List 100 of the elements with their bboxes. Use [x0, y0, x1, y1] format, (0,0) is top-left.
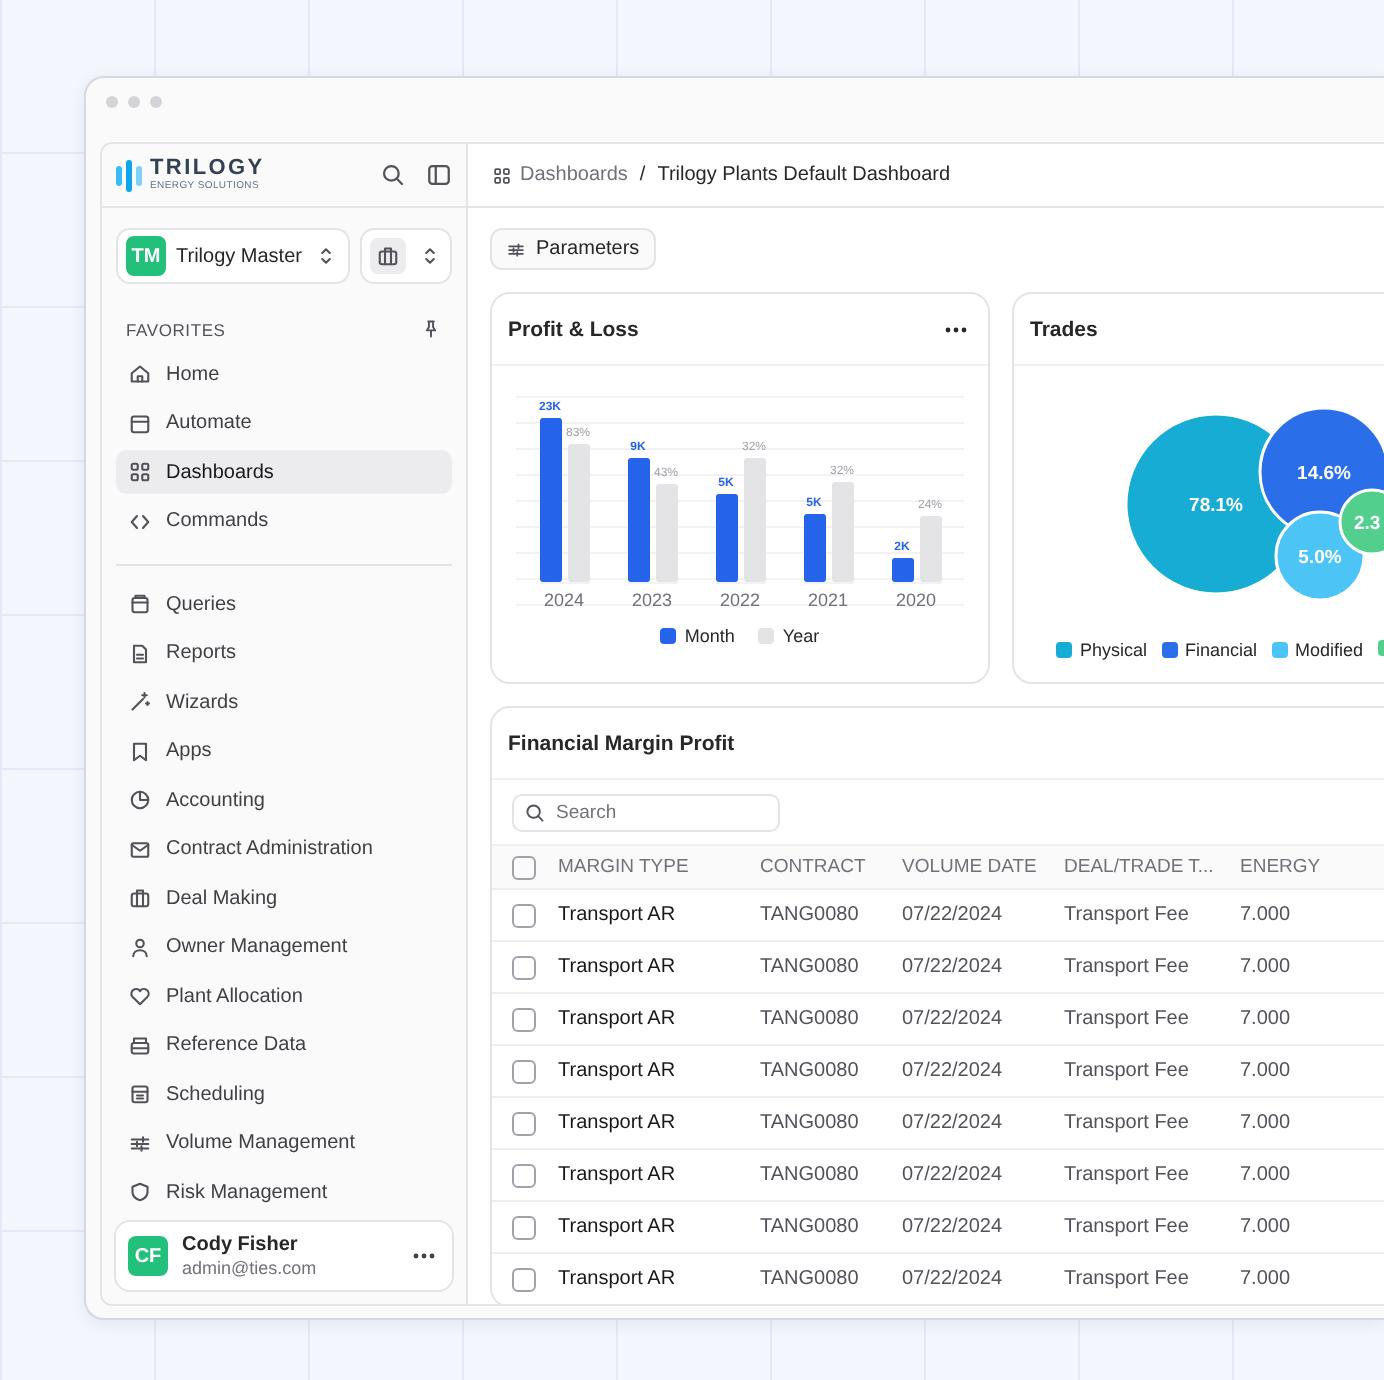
shield-icon [128, 1180, 152, 1204]
calendar-icon [128, 1082, 152, 1106]
table-cell-text: Transport AR [558, 1112, 678, 1134]
box-icon [128, 592, 152, 616]
breadcrumb-separator: / [639, 164, 646, 186]
column-header[interactable]: MARGIN TYPE [558, 856, 760, 878]
grid-icon [492, 165, 512, 185]
logo-wordmark: TRILOGY [150, 158, 265, 180]
table-cell-text: TANG0080 [760, 1164, 861, 1186]
breadcrumb-link[interactable]: Dashboards [492, 164, 628, 186]
nav-item[interactable]: Accounting [116, 778, 452, 822]
legend-item: Physical [1056, 640, 1148, 660]
nav-item[interactable]: Wizards [116, 680, 452, 724]
window-dot [150, 96, 162, 108]
table-cell-text: Transport AR [558, 956, 678, 978]
row-checkbox[interactable] [512, 1007, 536, 1031]
user-email: admin@ties.com [182, 1258, 319, 1278]
row-checkbox[interactable] [512, 1111, 536, 1135]
table-cell-text: 7.000 [1240, 1008, 1293, 1030]
table-cell-text: TANG0080 [760, 1008, 861, 1030]
table-cell-text: 07/22/2024 [902, 1060, 1005, 1082]
mail-icon [128, 837, 152, 861]
sidebar-toggle-button[interactable] [426, 162, 452, 188]
table-cell-text: 7.000 [1240, 904, 1293, 926]
table-cell-text: Transport AR [558, 1216, 678, 1238]
table-cell-text: 7.000 [1240, 1164, 1293, 1186]
nav-item[interactable]: Automate [116, 401, 452, 445]
workspace-avatar: TM [126, 236, 166, 276]
card-title: Profit & Loss [508, 317, 639, 341]
user-avatar: CF [128, 1236, 168, 1276]
nav-item[interactable]: Owner Management [116, 925, 452, 969]
table-cell-text: 7.000 [1240, 1112, 1293, 1134]
table-cell-text: TANG0080 [760, 1060, 861, 1082]
more-button[interactable] [412, 1252, 436, 1260]
legend-item: Financial [1161, 640, 1258, 660]
column-header[interactable]: CONTRACT [760, 856, 902, 878]
nav-item[interactable]: Reference Data [116, 1023, 452, 1067]
table-cell-text: 7.000 [1240, 956, 1293, 978]
legend-item: Year [758, 626, 820, 646]
printer-icon [128, 1033, 152, 1057]
table-cell-text: Transport AR [558, 1008, 678, 1030]
axis-label: 2020 [895, 590, 937, 610]
axis-label: 2023 [631, 590, 673, 610]
logo-icon [116, 159, 142, 191]
row-checkbox[interactable] [512, 1267, 536, 1291]
column-header[interactable]: DEAL/TRADE T... [1064, 856, 1240, 878]
row-checkbox[interactable] [512, 1215, 536, 1239]
card-title: Trades [1030, 317, 1098, 341]
nav-item[interactable]: Deal Making [116, 876, 452, 920]
nav-item[interactable]: Queries [116, 582, 452, 626]
bookmark-icon [128, 739, 152, 763]
nav-item[interactable]: Dashboards [116, 450, 452, 494]
more-icon [944, 325, 968, 333]
axis-label: 2022 [719, 590, 761, 610]
axis-label: 2024 [543, 590, 585, 610]
table-cell-text: 07/22/2024 [902, 956, 1005, 978]
nav-item[interactable]: Volume Management [116, 1121, 452, 1165]
table-cell-text: TANG0080 [760, 1216, 861, 1238]
more-button[interactable] [944, 325, 968, 333]
table-cell-text: TANG0080 [760, 904, 861, 926]
table-cell-text: 07/22/2024 [902, 1112, 1005, 1134]
search-field[interactable]: Search [512, 794, 780, 832]
nav-item[interactable]: Contract Administration [116, 827, 452, 871]
column-header[interactable]: ENERGY [1240, 856, 1378, 878]
search-icon [524, 802, 546, 824]
nav-item[interactable]: Apps [116, 729, 452, 773]
row-checkbox[interactable] [512, 1059, 536, 1083]
sidebar-icon [426, 162, 452, 188]
nav-item[interactable]: Risk Management [116, 1170, 452, 1214]
table-cell-text: 07/22/2024 [902, 1268, 1005, 1290]
workspace-selector[interactable]: TM Trilogy Master [116, 228, 350, 284]
parameters-button[interactable]: Parameters [490, 228, 656, 270]
column-header[interactable]: VOLUME DATE [902, 856, 1064, 878]
portfolio-selector[interactable] [360, 228, 452, 284]
nav-item[interactable]: Commands [116, 499, 452, 543]
nav-item[interactable]: Reports [116, 631, 452, 675]
row-checkbox[interactable] [512, 955, 536, 979]
more-icon [412, 1252, 436, 1260]
calendar-icon [128, 411, 152, 435]
document-icon [128, 641, 152, 665]
select-all-checkbox[interactable] [512, 855, 536, 879]
table-cell-text: 7.000 [1240, 1268, 1293, 1290]
table-cell-text: Transport Fee [1064, 1060, 1191, 1082]
table-cell-text: Transport Fee [1064, 1216, 1191, 1238]
legend-item: Month [660, 626, 735, 646]
axis-label: 2021 [807, 590, 849, 610]
briefcase-icon [376, 244, 400, 268]
table-cell-text: TANG0080 [760, 1268, 861, 1290]
grid-icon [128, 460, 152, 484]
nav-item[interactable]: Home [116, 352, 452, 396]
card-title: Financial Margin Profit [508, 731, 735, 755]
table-cell-text: 07/22/2024 [902, 904, 1005, 926]
row-checkbox[interactable] [512, 903, 536, 927]
wand-icon [128, 690, 152, 714]
search-button[interactable] [380, 162, 406, 188]
nav-item[interactable]: Scheduling [116, 1072, 452, 1116]
row-checkbox[interactable] [512, 1163, 536, 1187]
nav-item[interactable]: Plant Allocation [116, 974, 452, 1018]
table-cell-text: 7.000 [1240, 1060, 1293, 1082]
code-icon [128, 509, 152, 533]
